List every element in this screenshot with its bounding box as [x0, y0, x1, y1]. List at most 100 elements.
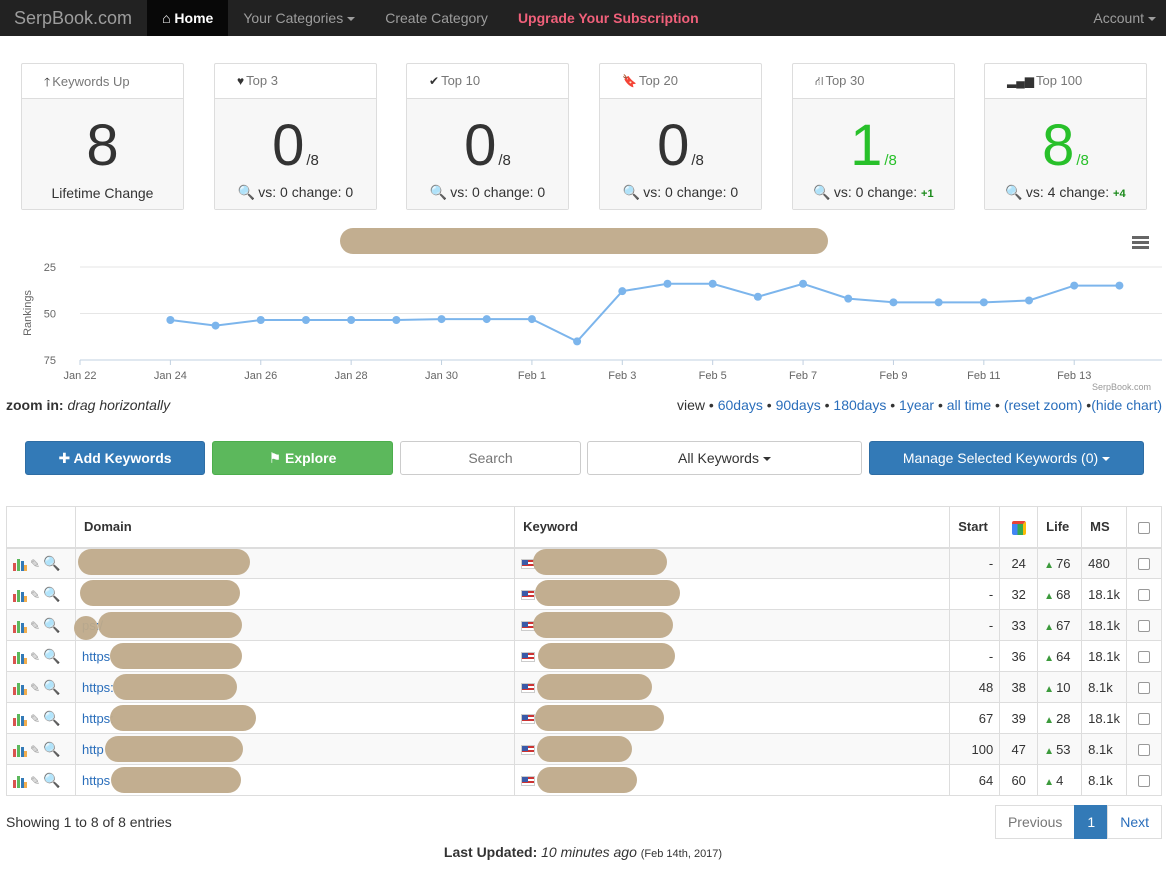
google-rank: 24: [999, 547, 1039, 579]
x-tick-label: Feb 1: [518, 370, 546, 382]
domain-link[interactable]: https: [82, 773, 110, 788]
search-icon[interactable]: 🔍: [1005, 184, 1022, 200]
nav-home[interactable]: ⌂ Home: [147, 0, 229, 36]
arrow-up-icon: ▲: [1044, 590, 1055, 602]
bar-chart-icon[interactable]: [13, 775, 27, 788]
reset-zoom-link[interactable]: (reset zoom): [1004, 397, 1083, 413]
col-life[interactable]: Life: [1037, 506, 1083, 549]
nav-your-categories[interactable]: Your Categories: [228, 0, 370, 36]
life-change: ▲ 10: [1037, 671, 1083, 703]
view-60days[interactable]: 60days: [718, 397, 763, 413]
start-rank: -: [949, 578, 1001, 610]
view-1year[interactable]: 1year: [899, 397, 934, 413]
domain-link[interactable]: https: [82, 649, 110, 664]
select-all-checkbox[interactable]: [1137, 521, 1150, 534]
bar-chart-icon[interactable]: [13, 713, 27, 726]
data-point: [166, 316, 175, 325]
menu-bar: [1132, 236, 1149, 239]
row-checkbox[interactable]: [1137, 589, 1150, 602]
bar-chart-icon[interactable]: [13, 620, 27, 633]
edit-add-icon[interactable]: ✎: [30, 619, 40, 633]
manage-selected-button[interactable]: Manage Selected Keywords (0): [869, 441, 1144, 475]
view-all-time[interactable]: all time: [947, 397, 991, 413]
add-keywords-button[interactable]: ✚ Add Keywords: [25, 441, 205, 475]
life-change: ▲ 76: [1037, 547, 1083, 579]
search-icon[interactable]: 🔍: [43, 741, 60, 757]
view-range-links: view • 60days • 90days • 180days • 1year…: [677, 397, 1162, 413]
search-icon[interactable]: 🔍: [43, 648, 60, 664]
row-checkbox[interactable]: [1137, 620, 1150, 633]
redacted-text: [537, 736, 632, 762]
row-checkbox[interactable]: [1137, 682, 1150, 695]
nav-upgrade[interactable]: Upgrade Your Subscription: [503, 0, 714, 36]
bar-chart-icon[interactable]: [13, 651, 27, 664]
page-1-button[interactable]: 1: [1074, 805, 1109, 839]
edit-add-icon[interactable]: ✎: [30, 588, 40, 602]
col-keyword[interactable]: Keyword: [514, 506, 951, 549]
life-change: ▲ 67: [1037, 609, 1083, 641]
search-icon[interactable]: 🔍: [43, 679, 60, 695]
col-start[interactable]: Start: [949, 506, 1001, 549]
edit-add-icon[interactable]: ✎: [30, 681, 40, 695]
search-input[interactable]: [400, 441, 581, 475]
view-90days[interactable]: 90days: [776, 397, 821, 413]
domain-link[interactable]: https:: [82, 711, 114, 726]
edit-add-icon[interactable]: ✎: [30, 650, 40, 664]
domain-link[interactable]: http: [82, 742, 104, 757]
search-icon[interactable]: 🔍: [43, 586, 60, 602]
view-180days[interactable]: 180days: [833, 397, 886, 413]
data-point: [437, 315, 446, 324]
row-checkbox[interactable]: [1137, 651, 1150, 664]
search-icon[interactable]: 🔍: [813, 184, 830, 200]
stat-value: 0/8: [657, 113, 704, 178]
row-checkbox[interactable]: [1137, 558, 1150, 571]
x-tick-label: Feb 13: [1057, 370, 1091, 382]
previous-page-button[interactable]: Previous: [994, 805, 1076, 839]
row-checkbox[interactable]: [1137, 713, 1150, 726]
data-point: [482, 315, 491, 324]
stat-card-keywords-up: 🡑 Keywords Up 8 Lifetime Change: [21, 63, 184, 210]
col-google-rank[interactable]: [999, 506, 1039, 549]
col-domain[interactable]: Domain: [74, 506, 516, 549]
keyword-filter-dropdown[interactable]: All Keywords: [587, 441, 862, 475]
us-flag-icon: [521, 652, 536, 663]
chart-menu-icon[interactable]: [1132, 236, 1149, 249]
edit-add-icon[interactable]: ✎: [30, 774, 40, 788]
nav-create-category[interactable]: Create Category: [370, 0, 503, 36]
explore-button[interactable]: ⚑ Explore: [212, 441, 393, 475]
edit-add-icon[interactable]: ✎: [30, 743, 40, 757]
bar-chart-icon[interactable]: [13, 589, 27, 602]
bar-chart-icon[interactable]: [13, 682, 27, 695]
google-rank: 36: [999, 640, 1039, 672]
arrow-up-icon: ▲: [1044, 745, 1055, 757]
search-icon[interactable]: 🔍: [623, 184, 640, 200]
bookmark-icon: 🔖: [622, 74, 637, 88]
search-icon[interactable]: 🔍: [43, 772, 60, 788]
hide-chart-link[interactable]: (hide chart): [1091, 397, 1162, 413]
search-icon[interactable]: 🔍: [238, 184, 255, 200]
col-ms[interactable]: MS: [1081, 506, 1127, 549]
caret-down-icon: [1148, 17, 1156, 22]
bar-chart-icon[interactable]: [13, 558, 27, 572]
start-rank: 100: [949, 733, 1001, 765]
search-icon[interactable]: 🔍: [43, 710, 60, 726]
google-rank: 60: [999, 764, 1039, 796]
next-page-button[interactable]: Next: [1107, 805, 1162, 839]
edit-add-icon[interactable]: ✎: [30, 557, 40, 571]
brand-logo[interactable]: SerpBook.com: [0, 0, 147, 36]
domain-link[interactable]: https:: [82, 680, 114, 695]
search-icon[interactable]: 🔍: [43, 617, 60, 633]
life-change: ▲ 68: [1037, 578, 1083, 610]
nav-account[interactable]: Account: [1078, 0, 1166, 36]
y-tick-label: 75: [44, 355, 56, 367]
search-icon[interactable]: 🔍: [43, 555, 60, 571]
start-rank: -: [949, 640, 1001, 672]
row-checkbox[interactable]: [1137, 775, 1150, 788]
row-checkbox[interactable]: [1137, 744, 1150, 757]
search-icon[interactable]: 🔍: [430, 184, 447, 200]
x-tick-label: Feb 11: [967, 370, 1000, 382]
bar-chart-icon[interactable]: [13, 744, 27, 757]
x-tick-label: Feb 5: [699, 370, 727, 382]
edit-add-icon[interactable]: ✎: [30, 712, 40, 726]
us-flag-icon: [521, 590, 536, 601]
